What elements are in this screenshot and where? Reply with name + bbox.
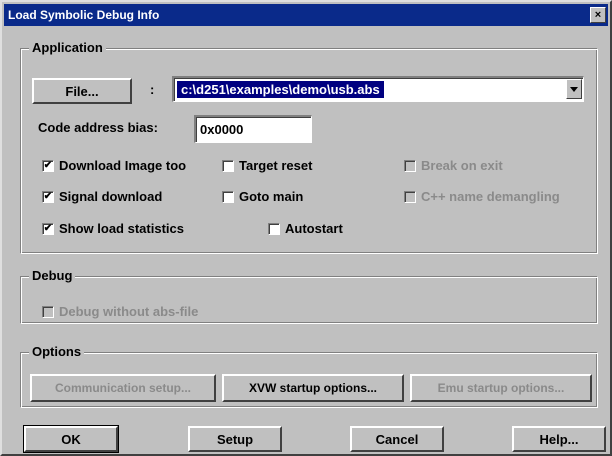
file-path-combobox[interactable]: c:\d251\examples\demo\usb.abs <box>172 76 584 102</box>
check-icon: ✔ <box>42 222 54 235</box>
goto-main-label: Goto main <box>239 189 304 204</box>
show-load-stats-label: Show load statistics <box>59 221 184 236</box>
check-icon: ✔ <box>42 190 54 203</box>
checkbox-box <box>404 190 416 203</box>
load-symbolic-debug-dialog: Load Symbolic Debug Info × Application F… <box>0 0 612 456</box>
checkbox-box <box>222 159 234 172</box>
download-image-checkbox[interactable]: ✔ Download Image too <box>42 158 186 173</box>
file-path-value: c:\d251\examples\demo\usb.abs <box>177 81 384 98</box>
window-title: Load Symbolic Debug Info <box>8 8 160 22</box>
checkbox-box <box>404 159 416 172</box>
code-bias-value: 0x0000 <box>200 122 244 137</box>
close-icon[interactable]: × <box>590 7 606 23</box>
code-bias-field[interactable]: 0x0000 <box>194 115 312 143</box>
file-separator: : <box>150 82 155 97</box>
checkbox-box <box>222 190 234 203</box>
xvw-startup-button[interactable]: XVW startup options... <box>222 374 404 402</box>
goto-main-checkbox[interactable]: Goto main <box>222 189 303 204</box>
signal-download-label: Signal download <box>59 189 163 204</box>
communication-setup-button: Communication setup... <box>30 374 216 402</box>
application-legend: Application <box>29 40 106 55</box>
checkbox-box <box>42 305 54 318</box>
break-on-exit-label: Break on exit <box>421 158 503 173</box>
cpp-demangling-checkbox: C++ name demangling <box>404 189 560 204</box>
code-bias-label: Code address bias: <box>38 120 158 135</box>
setup-button[interactable]: Setup <box>188 426 282 452</box>
break-on-exit-checkbox: Break on exit <box>404 158 503 173</box>
checkbox-box <box>268 222 280 235</box>
options-legend: Options <box>29 344 85 359</box>
autostart-label: Autostart <box>285 221 343 236</box>
autostart-checkbox[interactable]: Autostart <box>268 221 343 236</box>
target-reset-checkbox[interactable]: Target reset <box>222 158 312 173</box>
file-button[interactable]: File... <box>32 78 132 104</box>
debug-legend: Debug <box>29 268 76 283</box>
emu-startup-button: Emu startup options... <box>410 374 592 402</box>
debug-without-abs-checkbox: Debug without abs-file <box>42 304 198 319</box>
signal-download-checkbox[interactable]: ✔ Signal download <box>42 189 162 204</box>
target-reset-label: Target reset <box>239 158 313 173</box>
ok-button[interactable]: OK <box>23 425 119 453</box>
debug-without-abs-label: Debug without abs-file <box>59 304 199 319</box>
check-icon: ✔ <box>42 159 54 172</box>
download-image-label: Download Image too <box>59 158 187 173</box>
help-button[interactable]: Help... <box>512 426 606 452</box>
cpp-demangling-label: C++ name demangling <box>421 189 560 204</box>
show-load-stats-checkbox[interactable]: ✔ Show load statistics <box>42 221 184 236</box>
chevron-down-icon[interactable] <box>566 79 582 99</box>
title-bar: Load Symbolic Debug Info × <box>4 4 608 26</box>
cancel-button[interactable]: Cancel <box>350 426 444 452</box>
